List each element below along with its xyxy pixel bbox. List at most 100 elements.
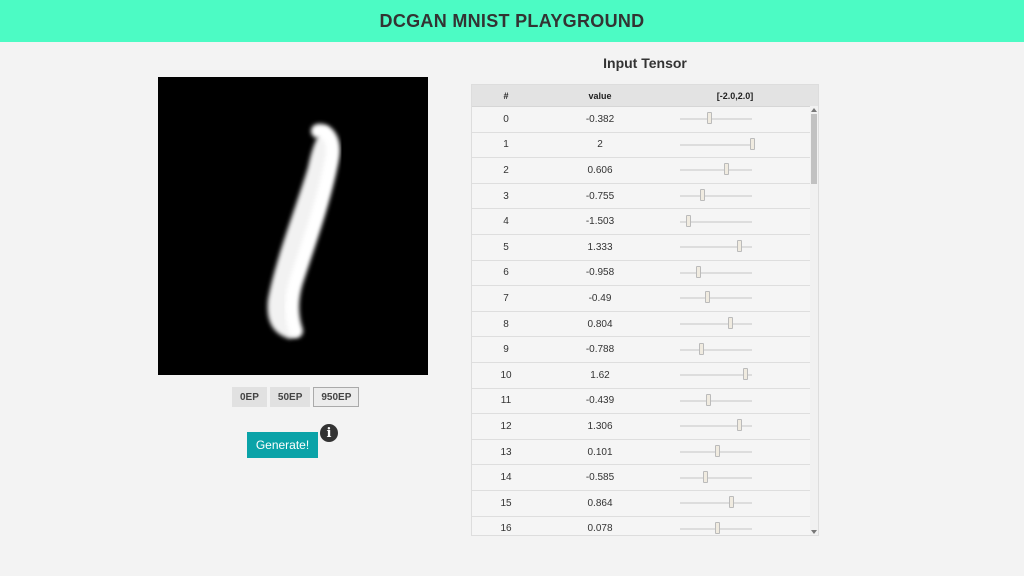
slider-thumb[interactable] [702,470,708,483]
slider-track[interactable] [680,291,752,304]
slider-thumb[interactable] [714,521,720,534]
table-row: 11 -0.439 [472,389,812,415]
slider-thumb[interactable] [737,240,743,253]
row-index: 12 [500,420,512,432]
row-value: 2 [597,139,603,151]
row-index: 14 [500,472,512,484]
row-index: 16 [500,523,512,535]
slider-thumb[interactable] [706,112,712,125]
row-slider [660,470,810,483]
table-row: 13 0.101 [472,440,812,466]
table-row: 4 -1.503 [472,209,812,235]
row-slider [660,189,810,202]
table-row: 8 0.804 [472,312,812,338]
row-slider [660,265,810,278]
slider-track[interactable] [680,521,752,534]
generate-button[interactable]: Generate! [247,432,318,458]
row-value: -0.958 [585,267,615,279]
slider-track[interactable] [680,393,752,406]
table-row: 14 -0.585 [472,465,812,491]
slider-track[interactable] [680,163,752,176]
row-value: 1.62 [590,369,610,381]
slider-track[interactable] [680,189,752,202]
slider-track[interactable] [680,137,755,150]
scroll-down-icon[interactable] [811,530,817,534]
table-row: 12 1.306 [472,414,812,440]
table-row: 9 -0.788 [472,337,812,363]
slider-thumb[interactable] [742,368,748,381]
epoch-0ep-button[interactable]: 0EP [232,387,267,407]
row-slider [660,393,810,406]
header-value: value [588,90,612,101]
row-index: 8 [503,318,509,330]
slider-track[interactable] [680,470,752,483]
row-value: 0.078 [587,523,613,535]
row-value: 1.333 [587,241,613,253]
row-index: 6 [503,267,509,279]
row-slider [660,419,810,432]
slider-thumb[interactable] [696,265,702,278]
row-value: -0.49 [588,292,612,304]
row-index: 5 [503,241,509,253]
row-slider [660,240,810,253]
row-slider [660,445,810,458]
slider-track[interactable] [680,445,752,458]
slider-track[interactable] [680,112,752,125]
row-value: -0.585 [585,472,615,484]
slider-thumb[interactable] [737,419,742,432]
table-row: 5 1.333 [472,235,812,261]
table-row: 16 0.078 [472,517,812,536]
table-row: 12 [472,133,812,159]
row-value: -0.382 [585,113,615,125]
row-index: 13 [500,446,512,458]
slider-track[interactable] [680,419,752,432]
row-value: 0.101 [587,446,613,458]
input-tensor-table: # value [-2.0,2.0] 0 -0.382 1 2 2 0.606 3 -0.75… [471,84,819,536]
row-slider [660,521,810,534]
slider-track[interactable] [680,368,752,381]
app-header: DCGAN MNIST PLAYGROUND [0,0,1024,42]
row-slider [660,368,810,381]
slider-track[interactable] [680,265,752,278]
slider-thumb[interactable] [704,291,710,304]
row-slider [660,342,810,355]
slider-thumb[interactable] [727,317,733,330]
row-index: 15 [500,497,512,509]
panel-title: Input Tensor [603,55,687,71]
row-index: 1 [503,139,509,151]
table-scrollbar[interactable] [810,106,818,535]
slider-track[interactable] [680,317,752,330]
slider-thumb[interactable] [699,189,705,202]
row-index: 7 [503,292,509,304]
slider-track[interactable] [680,214,752,227]
slider-track[interactable] [680,342,752,355]
table-row: 2 0.606 [472,158,812,184]
row-index: 10 [500,369,512,381]
row-value: -0.755 [585,190,615,202]
row-value: -0.439 [585,395,615,407]
scroll-thumb[interactable] [811,114,817,184]
scroll-up-icon[interactable] [811,108,817,112]
slider-thumb[interactable] [686,214,692,227]
table-body: 0 -0.382 1 2 2 0.606 3 -0.755 4 -1.503 5 1.333 6 -0.9… [472,107,818,536]
epoch-50ep-button[interactable]: 50EP [269,387,311,407]
slider-thumb[interactable] [724,163,730,176]
row-value: 1.306 [587,420,613,432]
digit-one-drawing [158,77,428,375]
generated-digit-image [158,77,428,375]
slider-thumb[interactable] [699,342,705,355]
slider-thumb[interactable] [749,137,755,150]
slider-track[interactable] [680,240,752,253]
info-icon[interactable]: i [320,424,338,442]
row-index: 9 [503,344,509,356]
slider-track[interactable] [680,496,752,509]
slider-thumb[interactable] [715,445,721,458]
row-value: 0.804 [587,318,613,330]
slider-thumb[interactable] [729,496,735,509]
slider-thumb[interactable] [705,393,711,406]
row-value: 0.606 [587,164,613,176]
table-row: 3 -0.755 [472,184,812,210]
epoch-950ep-button[interactable]: 950EP [313,387,360,407]
row-slider [660,496,810,509]
row-slider [660,112,810,125]
